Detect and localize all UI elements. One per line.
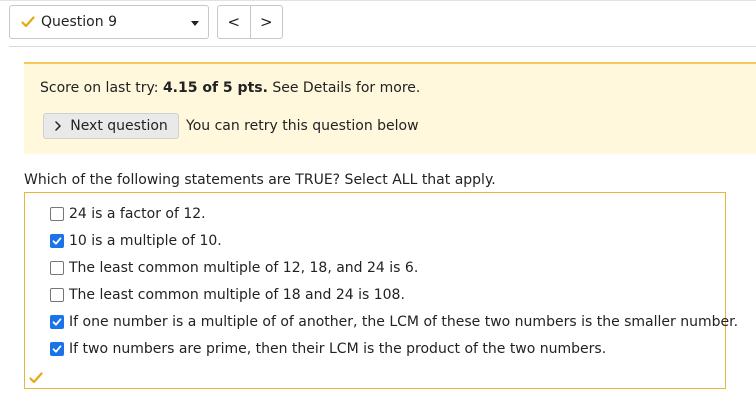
question-nav: < > bbox=[217, 5, 283, 39]
chevron-down-icon bbox=[191, 21, 199, 26]
option-label: 10 is a multiple of 10. bbox=[69, 233, 222, 249]
checkbox[interactable] bbox=[50, 342, 64, 356]
next-question-label: Next question bbox=[70, 118, 168, 134]
page: Question 9 < > Score on last try: 4.15 o… bbox=[0, 0, 756, 400]
checkbox[interactable] bbox=[50, 207, 64, 221]
option-2[interactable]: The least common multiple of 12, 18, and… bbox=[50, 259, 418, 277]
checkbox[interactable] bbox=[50, 234, 64, 248]
checkbox[interactable] bbox=[50, 261, 64, 275]
prev-question-button[interactable]: < bbox=[218, 6, 250, 38]
option-label: The least common multiple of 18 and 24 i… bbox=[69, 287, 405, 303]
score-suffix: See Details for more. bbox=[267, 80, 421, 96]
question-selector[interactable]: Question 9 bbox=[9, 5, 209, 39]
next-question-arrow-button[interactable]: > bbox=[249, 6, 283, 38]
answer-box: 24 is a factor of 12. 10 is a multiple o… bbox=[24, 192, 738, 389]
chevron-right-icon: > bbox=[259, 13, 273, 31]
chevron-right-small-icon bbox=[55, 121, 61, 131]
chevron-left-icon: < bbox=[227, 13, 241, 31]
check-icon bbox=[29, 372, 43, 384]
checkbox[interactable] bbox=[50, 288, 64, 302]
question-selector-label: Question 9 bbox=[41, 14, 117, 30]
score-banner: Score on last try: 4.15 of 5 pts. See De… bbox=[24, 62, 756, 154]
option-label: 24 is a factor of 12. bbox=[69, 206, 206, 222]
option-3[interactable]: The least common multiple of 18 and 24 i… bbox=[50, 286, 405, 304]
option-5[interactable]: If two numbers are prime, then their LCM… bbox=[50, 340, 606, 358]
question-prompt: Which of the following statements are TR… bbox=[24, 172, 496, 188]
option-label: If two numbers are prime, then their LCM… bbox=[69, 341, 607, 357]
option-1[interactable]: 10 is a multiple of 10. bbox=[50, 232, 222, 250]
checkbox[interactable] bbox=[50, 315, 64, 329]
top-divider bbox=[0, 0, 756, 1]
option-4[interactable]: If one number is a multiple of of anothe… bbox=[50, 313, 738, 331]
score-prefix: Score on last try: bbox=[40, 80, 163, 96]
header-divider bbox=[9, 46, 756, 47]
option-label: The least common multiple of 12, 18, and… bbox=[69, 260, 419, 276]
score-line: Score on last try: 4.15 of 5 pts. See De… bbox=[40, 80, 420, 96]
option-0[interactable]: 24 is a factor of 12. bbox=[50, 205, 206, 223]
check-icon bbox=[21, 16, 35, 28]
next-question-button[interactable]: Next question bbox=[43, 113, 179, 139]
option-label: If one number is a multiple of of anothe… bbox=[69, 314, 739, 330]
score-value: 4.15 of 5 pts. bbox=[162, 80, 268, 96]
retry-text: You can retry this question below bbox=[186, 118, 419, 134]
